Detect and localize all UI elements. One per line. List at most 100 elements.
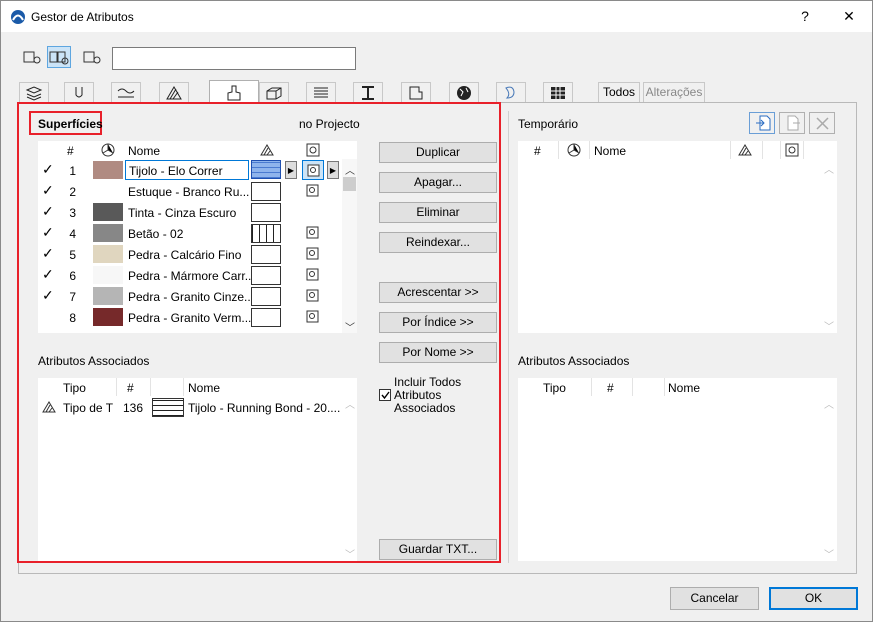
scroll-down-icon[interactable]: ﹀ [824, 318, 834, 333]
row-number: 8 [69, 311, 76, 325]
remove-button[interactable] [809, 112, 835, 134]
scroll-up-icon[interactable]: ︿ [345, 396, 355, 411]
tab-alteracoes[interactable]: Alterações [643, 82, 705, 102]
reindex-button[interactable]: Reindexar... [379, 232, 497, 253]
row-number: 5 [69, 248, 76, 262]
append-button[interactable]: Acrescentar >> [379, 282, 497, 303]
assoc-list-right[interactable]: Tipo # Nome ︿ ﹀ [518, 378, 837, 561]
view-dual-button[interactable] [47, 46, 71, 68]
color-swatch [93, 308, 123, 326]
mep-icon [505, 86, 515, 99]
list-item[interactable]: ✓ 6 Pedra - Mármore Carr... [38, 265, 344, 286]
layers-icon [25, 86, 43, 101]
color-swatch [93, 203, 123, 221]
col-divider [589, 141, 590, 159]
row-number: 1 [69, 164, 76, 178]
scroll-up-icon[interactable]: ︿ [824, 161, 834, 176]
by-index-button[interactable]: Por Índice >> [379, 312, 497, 333]
tab-fills[interactable] [159, 82, 189, 102]
row-number: 3 [69, 206, 76, 220]
globe-icon [457, 86, 471, 100]
color-swatch [93, 287, 123, 305]
scroll-down-icon[interactable]: ﹀ [345, 546, 355, 561]
row-number: 7 [69, 290, 76, 304]
scroll-down-icon[interactable]: ﹀ [824, 546, 834, 561]
list-item[interactable]: ✓ 5 Pedra - Calcário Fino [38, 244, 344, 265]
tab-schedules[interactable] [543, 82, 573, 102]
scroll-thumb[interactable] [343, 177, 356, 191]
close-button[interactable]: ✕ [829, 1, 869, 31]
delete-button[interactable]: Eliminar [379, 202, 497, 223]
table-row[interactable]: Tipo de T 136 Tijolo - Running Bond - 20… [38, 397, 342, 418]
tab-profiles[interactable] [353, 82, 383, 102]
color-swatch [93, 245, 123, 263]
list-item[interactable]: ✓ 4 Betão - 02 [38, 223, 344, 244]
col-name: Nome [594, 144, 627, 158]
tab-mep[interactable] [496, 82, 526, 102]
tab-todos[interactable]: Todos [598, 82, 640, 102]
title-bar: Gestor de Atributos ? ✕ [1, 1, 872, 32]
row-name: Betão - 02 [128, 227, 184, 241]
tab-pens[interactable] [64, 82, 94, 102]
row-number: 4 [69, 227, 76, 241]
tab-locations[interactable] [449, 82, 479, 102]
list-item[interactable]: 8 Pedra - Granito Verm... [38, 307, 344, 328]
list-item[interactable]: ✓ 1 Tijolo - Elo Correr ▶ ▶ [38, 160, 344, 181]
col-divider [183, 378, 184, 396]
list-item[interactable]: ✓ 7 Pedra - Granito Cinze... [38, 286, 344, 307]
check-mark: ✓ [42, 224, 54, 240]
include-label: Incluir Todos Atributos Associados [394, 375, 462, 415]
tab-lines[interactable] [111, 82, 141, 102]
brush-icon [227, 85, 241, 101]
surfaces-list[interactable]: # Nome ✓ 1 Tijolo - Elo Correr ▶ ▶ ✓ 2 E… [38, 141, 357, 334]
tab-zones[interactable] [401, 82, 431, 102]
texture-cell[interactable] [302, 160, 324, 180]
export-button[interactable] [779, 112, 805, 134]
view-single-button[interactable] [20, 46, 44, 68]
tab-composites[interactable] [259, 82, 289, 102]
texture-col-icon [306, 143, 320, 157]
temp-list-header: # Nome [518, 141, 822, 159]
by-name-button[interactable]: Por Nome >> [379, 342, 497, 363]
pattern-swatch [251, 182, 281, 201]
clear-button[interactable]: Apagar... [379, 172, 497, 193]
check-mark: ✓ [42, 182, 54, 198]
temp-label: Temporário [518, 117, 579, 131]
row-number: 6 [69, 269, 76, 283]
fill-type-icon [42, 401, 56, 413]
texture-dropdown-arrow[interactable]: ▶ [327, 161, 339, 179]
building-material-icon [314, 87, 328, 98]
color-swatch [93, 161, 123, 179]
scroll-up-icon[interactable]: ︿ [824, 396, 834, 411]
scroll-up-icon[interactable]: ︿ [345, 162, 355, 177]
row-number: 2 [69, 185, 76, 199]
tab-building-materials[interactable] [306, 82, 336, 102]
list-item[interactable]: ✓ 3 Tinta - Cinza Escuro [38, 202, 344, 223]
save-txt-button[interactable]: Guardar TXT... [379, 539, 497, 560]
assoc-list-left[interactable]: Tipo # Nome Tipo de T 136 Tijolo - Runni… [38, 378, 357, 561]
ok-button[interactable]: OK [769, 587, 858, 610]
tab-layers[interactable] [19, 82, 49, 102]
list-item[interactable]: ✓ 2 Estuque - Branco Ru... [38, 181, 344, 202]
name-edit-field[interactable]: Tijolo - Elo Correr [125, 160, 249, 180]
scroll-down-icon[interactable]: ﹀ [345, 319, 355, 334]
help-button[interactable]: ? [785, 1, 825, 31]
check-mark: ✓ [42, 287, 54, 303]
import-button[interactable] [749, 112, 775, 134]
scrollbar[interactable]: ︿ ﹀ [342, 159, 357, 334]
temp-list[interactable]: # Nome ︿ ﹀ [518, 141, 837, 333]
include-checkbox[interactable] [379, 389, 391, 401]
tab-surfaces[interactable] [209, 80, 259, 103]
app-logo-icon [11, 10, 25, 24]
pattern-dropdown-arrow[interactable]: ▶ [285, 161, 297, 179]
pattern-swatch [251, 308, 281, 327]
cancel-button[interactable]: Cancelar [670, 587, 759, 610]
duplicate-button[interactable]: Duplicar [379, 142, 497, 163]
col-divider [803, 141, 804, 159]
table-icon [551, 87, 565, 99]
search-input[interactable] [112, 47, 356, 70]
view-right-button[interactable] [80, 46, 104, 68]
col-tipo: Tipo [543, 381, 566, 395]
pattern-swatch [251, 245, 281, 264]
pen-icon [75, 87, 83, 98]
